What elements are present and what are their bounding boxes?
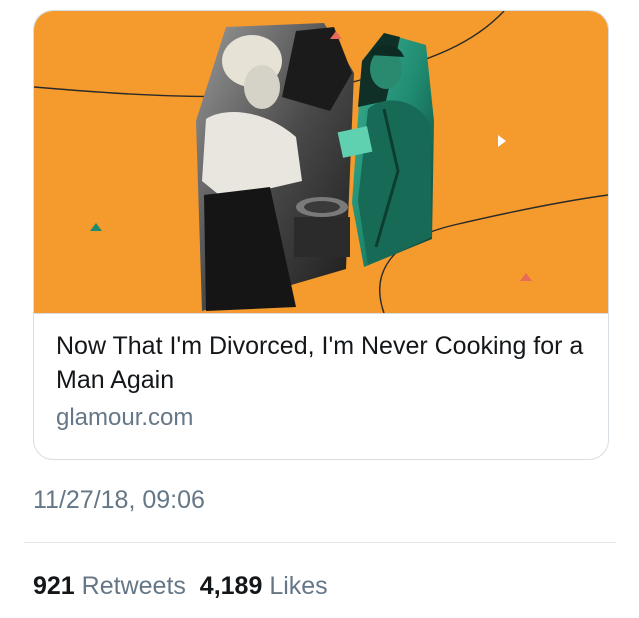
retweets-label: Retweets — [81, 572, 186, 600]
man-photo-panel — [337, 33, 434, 267]
retweets-stat[interactable]: 921 Retweets — [33, 572, 186, 600]
likes-stat[interactable]: 4,189 Likes — [200, 572, 328, 600]
woman-photo-panel — [196, 23, 354, 311]
card-domain: glamour.com — [56, 404, 194, 431]
likes-label: Likes — [269, 572, 328, 600]
divider — [24, 542, 616, 543]
likes-count: 4,189 — [199, 572, 263, 600]
card-title[interactable]: Now That I'm Divorced, I'm Never Cooking… — [56, 329, 586, 397]
link-preview-card[interactable]: Now That I'm Divorced, I'm Never Cooking… — [33, 10, 609, 460]
tweet-stats: 921 Retweets 4,189 Likes — [33, 570, 328, 602]
tweet-timestamp[interactable]: 11/27/18, 09:06 — [33, 484, 205, 516]
card-image — [34, 11, 608, 314]
retweets-count: 921 — [33, 572, 75, 600]
